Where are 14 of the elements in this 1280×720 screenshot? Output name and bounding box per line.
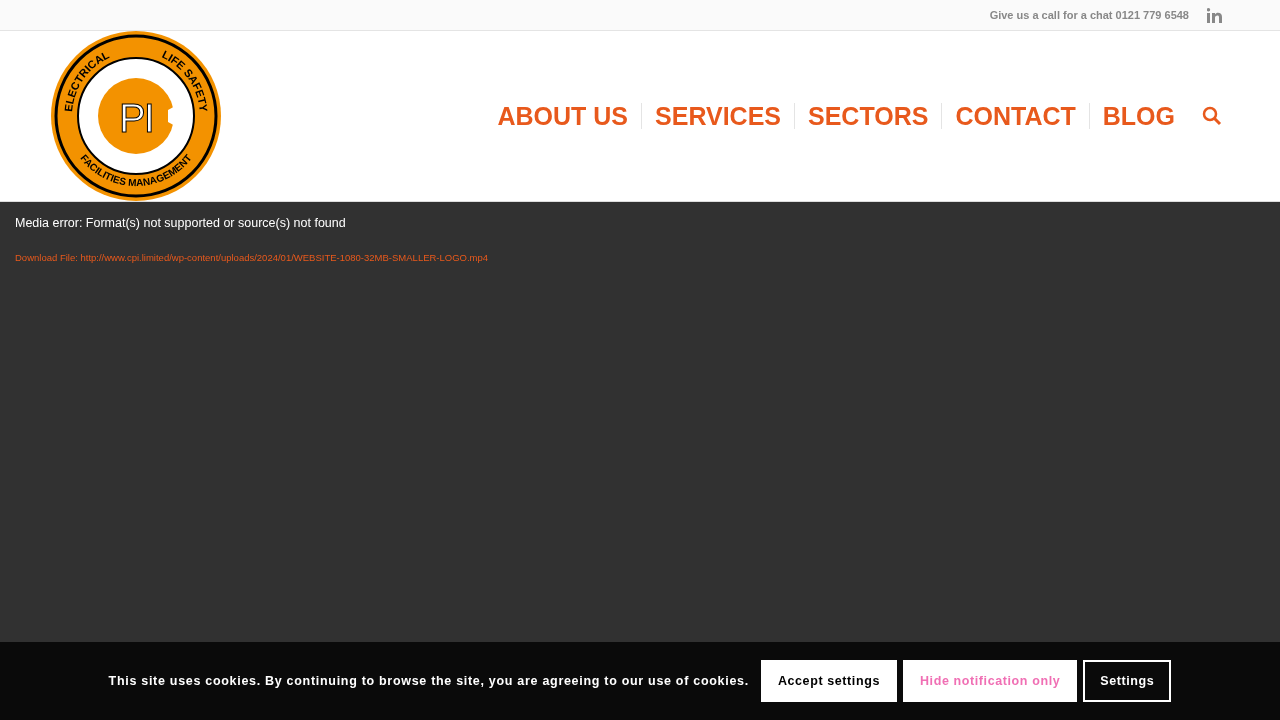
nav-link[interactable]: CONTACT [941, 103, 1089, 129]
nav-link[interactable]: BLOG [1088, 103, 1188, 129]
nav-link[interactable]: ABOUT US [484, 103, 642, 129]
settings-button[interactable]: Settings [1083, 660, 1172, 702]
phone-text: Give us a call for a chat 0121 779 6548 [989, 9, 1189, 21]
cookie-message: This site uses cookies. By continuing to browse the site, you are agreeing to our use of cookies. [108, 674, 749, 688]
search-icon [1202, 106, 1222, 126]
accept-button[interactable]: Accept settings [760, 660, 897, 702]
hide-notification-button[interactable]: Hide notification only [902, 660, 1078, 702]
nav-link[interactable]: SERVICES [641, 103, 794, 129]
linkedin-icon[interactable] [1207, 7, 1222, 23]
download-link[interactable]: Download File: http://www.cpi.limited/wp-content/uploads/2024/01/WEBSITE-1080-32MB-SMALLER-LOGO.mp4 [15, 252, 1265, 263]
media-error-text: Media error: Format(s) not supported or source(s) not found [15, 216, 347, 230]
nav-link[interactable]: SECTORS [794, 103, 942, 129]
